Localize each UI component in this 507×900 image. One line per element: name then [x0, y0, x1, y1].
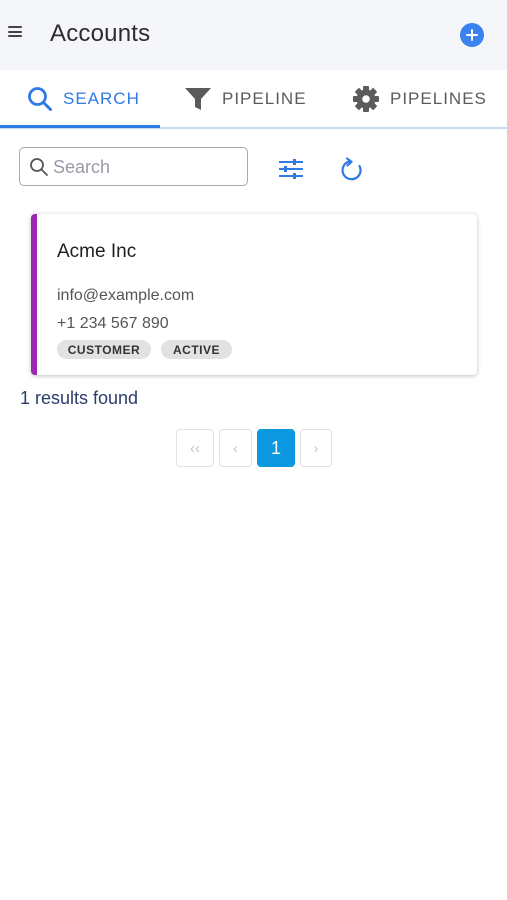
results-count: 1 results found [20, 388, 139, 408]
sliders-icon [279, 159, 303, 179]
search-icon [30, 158, 48, 176]
account-card[interactable]: Acme Inc info@example.com +1 234 567 890… [31, 214, 477, 375]
page-title: Accounts [50, 20, 151, 47]
gear-icon [353, 85, 379, 112]
refresh-icon [341, 157, 362, 181]
search-field[interactable] [19, 147, 248, 186]
page-1-button[interactable]: 1 [257, 429, 295, 467]
app-header: Accounts [0, 0, 507, 70]
prev-page-button[interactable]: ‹ [219, 429, 252, 467]
account-name: Acme Inc [57, 241, 137, 262]
card-accent-bar [31, 214, 37, 375]
tab-pipeline[interactable]: PIPELINE [184, 70, 307, 127]
tag-active: ACTIVE [161, 340, 232, 359]
tag-customer: CUSTOMER [57, 340, 151, 359]
tab-search-label: SEARCH [63, 88, 140, 108]
account-email: info@example.com [57, 287, 195, 304]
tab-pipeline-label: PIPELINE [222, 88, 307, 108]
funnel-icon [185, 87, 211, 110]
tab-search[interactable]: SEARCH [27, 70, 140, 127]
first-page-button[interactable]: ‹‹ [176, 429, 214, 467]
tab-pipelines[interactable]: PIPELINES [352, 70, 487, 127]
account-phone: +1 234 567 890 [57, 315, 169, 332]
add-account-button[interactable] [460, 23, 484, 47]
refresh-button[interactable] [340, 157, 366, 188]
search-icon [28, 86, 52, 111]
search-input[interactable] [53, 154, 239, 180]
tab-pipelines-label: PIPELINES [390, 88, 487, 108]
hamburger-menu-icon[interactable] [8, 26, 24, 40]
active-tab-indicator [0, 125, 160, 128]
filter-button[interactable] [278, 157, 304, 186]
next-page-button[interactable]: › [300, 429, 332, 467]
